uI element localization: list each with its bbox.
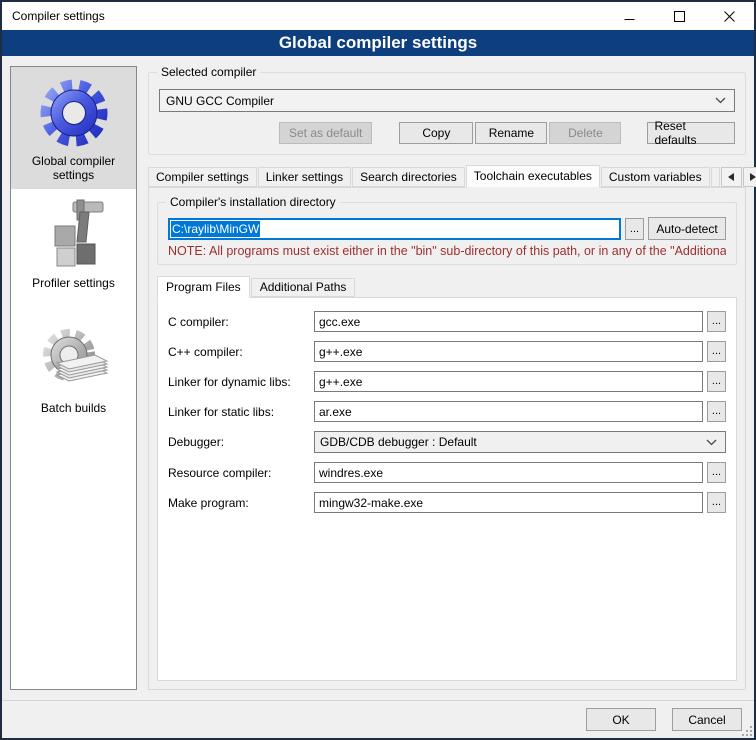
selected-compiler-dropdown[interactable]: GNU GCC Compiler <box>159 89 735 112</box>
form-row-c-compiler: C compiler: ... <box>168 311 726 332</box>
form-row-make-program: Make program: ... <box>168 492 726 513</box>
gray-gear-papers-icon <box>36 322 112 398</box>
make-program-label: Make program: <box>168 496 314 510</box>
installation-directory-selected-text: C:\raylib\MinGW <box>171 221 260 237</box>
blue-gear-icon <box>36 75 112 151</box>
minimize-button[interactable] <box>604 2 654 30</box>
installation-directory-browse-button[interactable]: ... <box>625 218 644 240</box>
caliper-blocks-icon <box>36 197 112 273</box>
maximize-button[interactable] <box>654 2 704 30</box>
toolchain-executables-page: Compiler's installation directory C:\ray… <box>148 187 746 690</box>
tab-custom-variables[interactable]: Custom variables <box>601 167 710 187</box>
tab-toolchain-executables[interactable]: Toolchain executables <box>466 165 600 188</box>
rename-button[interactable]: Rename <box>475 122 547 144</box>
installation-directory-group: Compiler's installation directory C:\ray… <box>157 202 737 265</box>
tab-compiler-settings[interactable]: Compiler settings <box>148 167 257 187</box>
sidebar-item-batch-builds[interactable]: Batch builds <box>11 314 136 421</box>
set-as-default-button: Set as default <box>279 122 372 144</box>
tab-scroll-arrows <box>721 167 756 187</box>
selected-compiler-group-label: Selected compiler <box>157 65 260 79</box>
sidebar-item-label: Batch builds <box>41 401 106 415</box>
cancel-button[interactable]: Cancel <box>672 708 742 731</box>
selected-compiler-group: Selected compiler GNU GCC Compiler Set a… <box>148 72 746 155</box>
installation-directory-group-label: Compiler's installation directory <box>166 195 340 209</box>
debugger-dropdown[interactable]: GDB/CDB debugger : Default <box>314 431 726 453</box>
titlebar: Compiler settings <box>2 2 754 30</box>
make-program-input[interactable] <box>314 492 703 513</box>
resource-compiler-browse-button[interactable]: ... <box>707 462 726 483</box>
linker-dynamic-browse-button[interactable]: ... <box>707 371 726 392</box>
maximize-icon <box>674 11 685 22</box>
compiler-settings-dialog: Compiler settings Global compiler settin… <box>0 0 756 740</box>
reset-defaults-button[interactable]: Reset defaults <box>647 122 735 144</box>
program-files-tabs: Program Files Additional Paths <box>157 276 737 297</box>
subtab-program-files[interactable]: Program Files <box>157 276 250 298</box>
linker-dynamic-label: Linker for dynamic libs: <box>168 375 314 389</box>
linker-static-label: Linker for static libs: <box>168 405 314 419</box>
sidebar-item-label: Profiler settings <box>32 276 115 290</box>
main-area: Selected compiler GNU GCC Compiler Set a… <box>148 66 746 690</box>
installation-directory-row: C:\raylib\MinGW ... Auto-detect <box>168 217 726 240</box>
window-title: Compiler settings <box>2 9 604 23</box>
chevron-down-icon <box>706 439 717 446</box>
resource-compiler-label: Resource compiler: <box>168 466 314 480</box>
debugger-value: GDB/CDB debugger : Default <box>320 435 706 449</box>
debugger-label: Debugger: <box>168 435 314 449</box>
form-row-resource-compiler: Resource compiler: ... <box>168 462 726 483</box>
tab-build-options[interactable]: Build options <box>711 167 720 187</box>
c-compiler-browse-button[interactable]: ... <box>707 311 726 332</box>
make-program-browse-button[interactable]: ... <box>707 492 726 513</box>
arrow-right-icon <box>750 173 756 181</box>
chevron-down-icon <box>715 97 726 104</box>
arrow-left-icon <box>728 173 734 181</box>
dialog-header: Global compiler settings <box>2 30 754 56</box>
close-button[interactable] <box>704 2 754 30</box>
cpp-compiler-browse-button[interactable]: ... <box>707 341 726 362</box>
delete-button: Delete <box>549 122 621 144</box>
form-row-cpp-compiler: C++ compiler: ... <box>168 341 726 362</box>
compiler-actions: Set as default Copy Rename Delete Reset … <box>159 122 735 144</box>
program-files-panel: C compiler: ... C++ compiler: ... Linker… <box>157 297 737 681</box>
form-row-debugger: Debugger: GDB/CDB debugger : Default <box>168 431 726 453</box>
form-row-linker-dynamic: Linker for dynamic libs: ... <box>168 371 726 392</box>
sidebar-item-profiler-settings[interactable]: Profiler settings <box>11 189 136 296</box>
resize-grip[interactable] <box>740 724 753 737</box>
bin-subdirectory-note: NOTE: All programs must exist either in … <box>168 244 726 258</box>
form-row-linker-static: Linker for static libs: ... <box>168 401 726 422</box>
tab-scroll-right-button[interactable] <box>743 167 756 187</box>
settings-category-list: Global compiler settings Profiler settin… <box>10 66 137 690</box>
dialog-footer: OK Cancel <box>2 700 754 738</box>
sidebar-item-label: Global compiler settings <box>15 154 132 183</box>
tab-scroll-left-button[interactable] <box>721 167 742 187</box>
cpp-compiler-input[interactable] <box>314 341 703 362</box>
dialog-body: Global compiler settings Profiler settin… <box>2 56 754 700</box>
linker-static-input[interactable] <box>314 401 703 422</box>
linker-static-browse-button[interactable]: ... <box>707 401 726 422</box>
page-title: Global compiler settings <box>279 33 477 53</box>
settings-tabs: Compiler settings Linker settings Search… <box>148 165 746 187</box>
selected-compiler-value: GNU GCC Compiler <box>166 94 715 108</box>
linker-dynamic-input[interactable] <box>314 371 703 392</box>
ok-button[interactable]: OK <box>586 708 656 731</box>
installation-directory-input[interactable]: C:\raylib\MinGW <box>168 218 621 240</box>
copy-button[interactable]: Copy <box>399 122 473 144</box>
sidebar-item-global-compiler-settings[interactable]: Global compiler settings <box>11 67 136 189</box>
cpp-compiler-label: C++ compiler: <box>168 345 314 359</box>
auto-detect-button[interactable]: Auto-detect <box>648 217 726 240</box>
c-compiler-label: C compiler: <box>168 315 314 329</box>
c-compiler-input[interactable] <box>314 311 703 332</box>
subtab-additional-paths[interactable]: Additional Paths <box>251 278 356 297</box>
resource-compiler-input[interactable] <box>314 462 703 483</box>
tab-search-directories[interactable]: Search directories <box>352 167 465 187</box>
minimize-icon <box>624 11 635 22</box>
tab-linker-settings[interactable]: Linker settings <box>258 167 351 187</box>
close-icon <box>724 11 735 22</box>
